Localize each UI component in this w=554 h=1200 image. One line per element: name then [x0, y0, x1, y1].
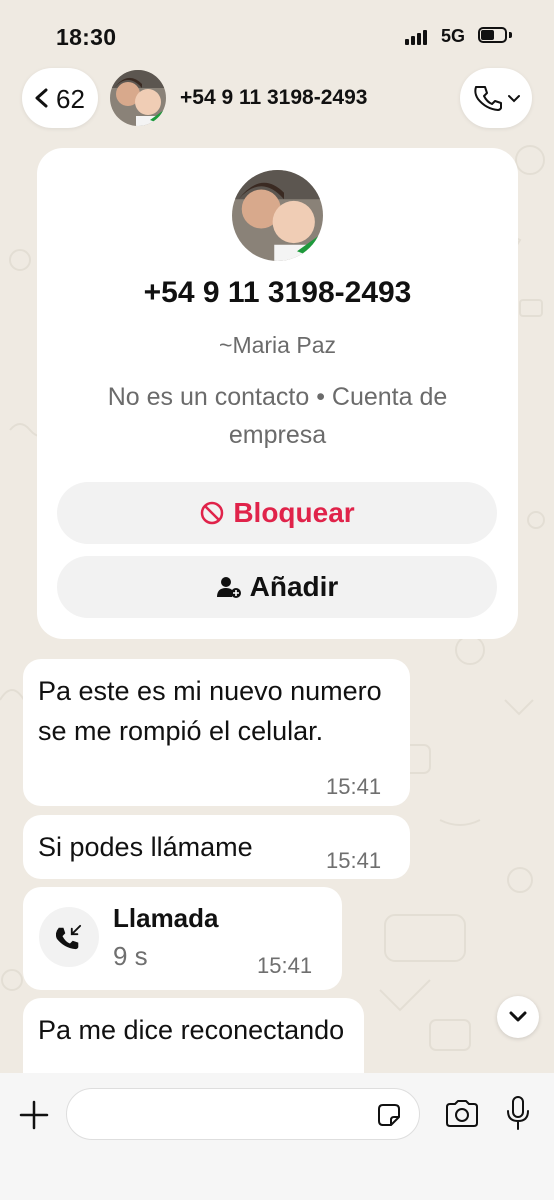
- phone-icon: [474, 86, 502, 111]
- plus-icon[interactable]: [18, 1099, 50, 1131]
- chat-header: 62 +54 9 11 3198-2493: [0, 66, 554, 132]
- contact-alias: ~Maria Paz: [219, 332, 336, 358]
- contact-info-card: +54 9 11 3198-2493 ~Maria Paz No es un c…: [37, 148, 518, 639]
- add-contact-button[interactable]: Añadir: [57, 556, 497, 618]
- add-label: Añadir: [249, 571, 339, 602]
- block-button[interactable]: Bloquear: [57, 482, 497, 544]
- call-message[interactable]: Llamada 9 s 15:41: [23, 887, 342, 990]
- message-input-bar: [0, 1073, 554, 1200]
- chevron-down-icon: [508, 95, 520, 103]
- contact-phone: +54 9 11 3198-2493: [143, 276, 412, 309]
- chevron-down-icon: [509, 1011, 527, 1022]
- message-bubble[interactable]: Pa este es mi nuevo numero se me rompió …: [23, 659, 410, 806]
- message-time: 15:41: [257, 953, 313, 978]
- avatar[interactable]: [110, 70, 166, 126]
- scroll-down-button[interactable]: [497, 996, 539, 1038]
- avatar[interactable]: [232, 170, 323, 261]
- message-text: Pa este es mi nuevo numero se me rompió …: [38, 676, 382, 746]
- call-button[interactable]: [460, 68, 532, 128]
- block-icon: [201, 501, 224, 525]
- missed-call-icon: [56, 924, 82, 950]
- message-time: 15:41: [326, 848, 382, 873]
- call-duration: 9 s: [113, 941, 148, 971]
- block-label: Bloquear: [233, 497, 355, 528]
- network-label: 5G: [441, 26, 466, 46]
- call-icon: [39, 907, 99, 967]
- message-time: 15:41: [326, 774, 382, 799]
- unread-count: 62: [56, 84, 85, 114]
- microphone-icon[interactable]: [505, 1095, 531, 1131]
- message-text: Pa me dice reconectando: [38, 1015, 345, 1045]
- back-button[interactable]: 62: [22, 68, 98, 128]
- contact-status: No es un contacto • Cuenta de empresa: [107, 383, 448, 449]
- message-text: Si podes llámame: [38, 832, 253, 862]
- camera-icon[interactable]: [444, 1099, 480, 1129]
- message-input[interactable]: [66, 1088, 420, 1140]
- battery-icon: [478, 27, 512, 45]
- status-time: 18:30: [56, 24, 117, 50]
- status-bar: 18:30 5G: [0, 0, 554, 70]
- message-bubble[interactable]: Si podes llámame 15:41: [23, 815, 410, 879]
- sticker-icon[interactable]: [375, 1101, 403, 1129]
- contact-name[interactable]: +54 9 11 3198-2493: [180, 86, 367, 110]
- chevron-left-icon: [35, 88, 48, 108]
- call-title: Llamada: [113, 903, 219, 933]
- signal-icon: [405, 29, 431, 45]
- add-user-icon: [216, 577, 241, 598]
